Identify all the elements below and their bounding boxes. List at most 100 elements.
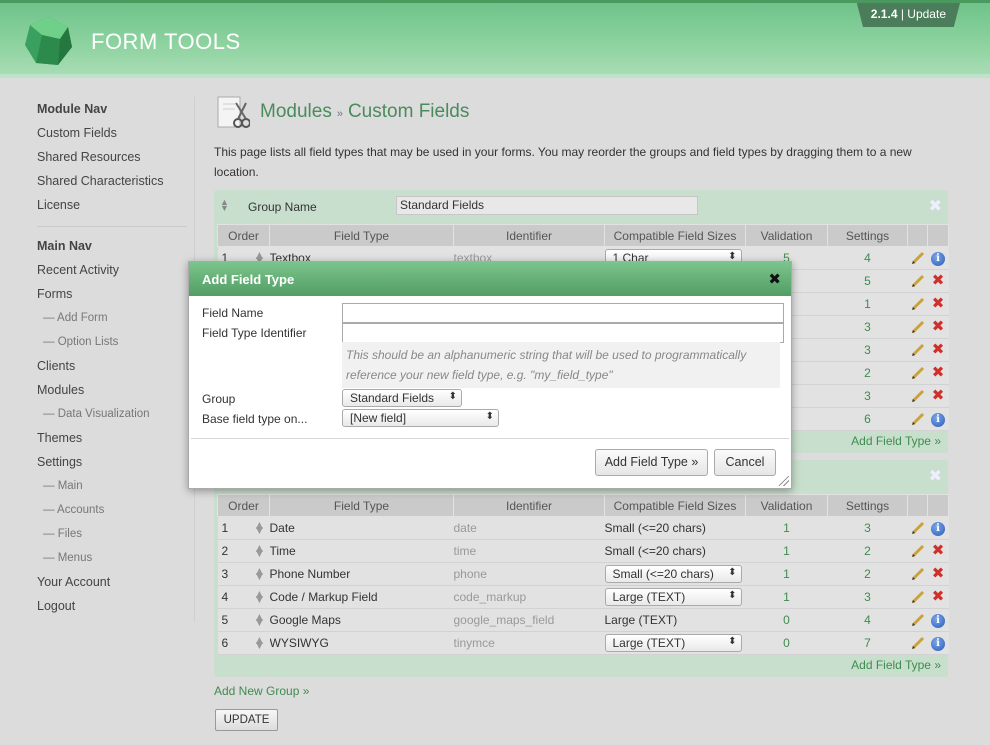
table-row[interactable]: 2 ▲ ▼ Time time Small (<=20 chars) 1 2 ✖ [217,539,949,563]
nav-item-license[interactable]: License [37,196,187,220]
edit-cell[interactable] [907,585,928,609]
action-cell[interactable]: ✖ [927,269,949,293]
action-cell[interactable]: i [927,516,949,540]
action-cell[interactable]: ✖ [927,361,949,385]
delete-icon[interactable]: ✖ [932,318,945,335]
pencil-icon[interactable] [911,366,925,380]
group-select[interactable]: Standard Fields [342,389,462,407]
action-cell[interactable]: ✖ [927,384,949,408]
nav-item-14[interactable]: Logout [37,597,187,621]
action-cell[interactable]: i [927,608,949,632]
nav-item-13[interactable]: Your Account [37,573,187,597]
info-icon[interactable]: i [931,614,945,628]
pencil-icon[interactable] [911,320,925,334]
nav-item-6[interactable]: — Data Visualization [37,405,187,429]
action-cell[interactable]: ✖ [927,562,949,586]
nav-item-7[interactable]: Themes [37,429,187,453]
edit-cell[interactable] [907,407,928,431]
delete-group-icon[interactable]: ✖ [929,466,942,486]
table-row[interactable]: 5 ▲ ▼ Google Maps google_maps_field Large (TE… [217,608,949,632]
pencil-icon[interactable] [911,521,925,535]
nav-item-0[interactable]: Recent Activity [37,261,187,285]
edit-cell[interactable] [907,361,928,385]
field-sizes[interactable]: Small (<=20 chars) [604,562,746,586]
field-size-select[interactable]: Large (TEXT) [604,634,742,652]
pencil-icon[interactable] [911,590,925,604]
pencil-icon[interactable] [911,343,925,357]
nav-item-8[interactable]: Settings [37,453,187,477]
action-cell[interactable]: ✖ [927,585,949,609]
breadcrumb-modules[interactable]: Modules [260,101,332,122]
delete-icon[interactable]: ✖ [932,588,945,605]
action-cell[interactable]: ✖ [927,338,949,362]
field-type-identifier-input[interactable] [342,323,784,343]
add-field-type-link[interactable]: Add Field Type » [851,658,941,672]
edit-cell[interactable] [907,292,928,316]
add-new-group-link[interactable]: Add New Group » [214,684,309,698]
delete-icon[interactable]: ✖ [932,565,945,582]
edit-cell[interactable] [907,246,928,270]
field-sizes[interactable]: Large (TEXT) [604,585,746,609]
pencil-icon[interactable] [911,389,925,403]
action-cell[interactable]: i [927,246,949,270]
nav-item-1[interactable]: Forms [37,285,187,309]
edit-cell[interactable] [907,608,928,632]
nav-item-shared-characteristics[interactable]: Shared Characteristics [37,172,187,196]
table-row[interactable]: 3▲▼Phone NumberphoneSmall (<=20 chars)12… [217,562,949,586]
action-cell[interactable]: i [927,407,949,431]
update-link[interactable]: Update [907,7,946,21]
group-name-input[interactable]: Standard Fields [396,196,698,215]
drag-handle-icon[interactable]: ▲ ▼ [249,608,270,632]
edit-cell[interactable] [907,539,928,563]
pencil-icon[interactable] [911,251,925,265]
edit-cell[interactable] [907,269,928,293]
drag-handle-icon[interactable]: ▲ ▼ [220,198,229,213]
edit-cell[interactable] [907,516,928,540]
delete-icon[interactable]: ✖ [932,364,945,381]
drag-handle-icon[interactable]: ▲ ▼ [249,631,270,655]
add-field-type-button[interactable]: Add Field Type » [595,449,708,476]
edit-cell[interactable] [907,562,928,586]
table-row[interactable]: 6▲▼WYSIWYGtinymceLarge (TEXT)07 i [217,631,949,655]
field-sizes[interactable]: Large (TEXT) [604,631,746,655]
delete-icon[interactable]: ✖ [932,387,945,404]
delete-icon[interactable]: ✖ [932,295,945,312]
pencil-icon[interactable] [911,274,925,288]
info-icon[interactable]: i [931,252,945,266]
info-icon[interactable]: i [931,522,945,536]
action-cell[interactable]: ✖ [927,315,949,339]
info-icon[interactable]: i [931,637,945,651]
delete-icon[interactable]: ✖ [932,341,945,358]
drag-handle-icon[interactable]: ▲ ▼ [249,516,270,540]
pencil-icon[interactable] [911,297,925,311]
nav-item-2[interactable]: — Add Form [37,309,187,333]
close-icon[interactable]: ✖ [768,270,781,288]
nav-item-9[interactable]: — Main [37,477,187,501]
pencil-icon[interactable] [911,636,925,650]
delete-icon[interactable]: ✖ [932,272,945,289]
delete-group-icon[interactable]: ✖ [929,196,942,216]
drag-handle-icon[interactable]: ▲ ▼ [249,585,270,609]
base-field-type-select[interactable]: [New field] [342,409,499,427]
drag-handle-icon[interactable]: ▲ ▼ [249,562,270,586]
nav-item-10[interactable]: — Accounts [37,501,187,525]
field-name-input[interactable] [342,303,784,323]
pencil-icon[interactable] [911,567,925,581]
nav-item-11[interactable]: — Files [37,525,187,549]
table-row[interactable]: 4 ▲ ▼ Code / Markup Field code_markup Large (… [217,585,949,609]
table-row[interactable]: 1 ▲ ▼ Date date Small (<=20 chars) 1 3 i [217,516,949,540]
nav-item-12[interactable]: — Menus [37,549,187,573]
action-cell[interactable]: i [927,631,949,655]
nav-item-shared-resources[interactable]: Shared Resources [37,148,187,172]
resize-grip-icon[interactable] [779,476,789,486]
action-cell[interactable]: ✖ [927,292,949,316]
cancel-button[interactable]: Cancel [714,449,776,476]
action-cell[interactable]: ✖ [927,539,949,563]
nav-item-3[interactable]: — Option Lists [37,333,187,357]
update-button[interactable]: UPDATE [215,709,278,731]
info-icon[interactable]: i [931,413,945,427]
field-size-select[interactable]: Large (TEXT) [604,588,742,606]
nav-item-5[interactable]: Modules [37,381,187,405]
edit-cell[interactable] [907,631,928,655]
nav-item-4[interactable]: Clients [37,357,187,381]
